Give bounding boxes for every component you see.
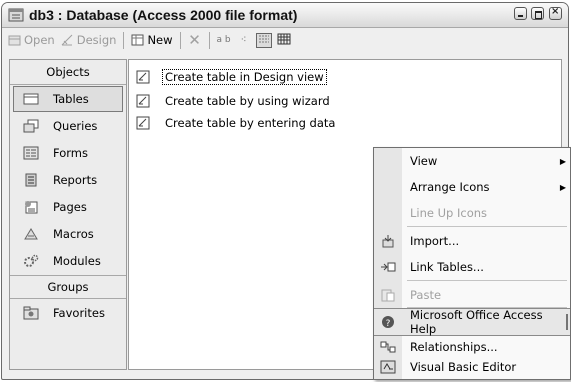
delete-button[interactable]: ✕	[187, 30, 203, 49]
menu-item-paste[interactable]: Paste	[374, 282, 570, 308]
wizard-shortcut-icon	[136, 116, 150, 130]
database-icon	[8, 8, 24, 22]
group-item-favorites[interactable]: Favorites	[13, 300, 123, 326]
restore-button[interactable]	[531, 7, 545, 20]
link-tables-icon	[381, 262, 396, 272]
module-icon	[24, 254, 39, 267]
list-item-wizard[interactable]: Create table by using wizard	[135, 93, 332, 109]
menu-item-visual-basic-editor[interactable]: Visual Basic Editor	[374, 354, 570, 380]
menu-separator	[407, 226, 567, 227]
object-item-reports[interactable]: Reports	[13, 167, 123, 193]
menu-item-view[interactable]: View ▶	[374, 148, 570, 174]
small-icons-button[interactable]: ·∶	[236, 33, 252, 48]
menu-item-label: Link Tables...	[410, 260, 484, 274]
toolbar: Open Design New ✕ a b ·∶	[2, 28, 568, 52]
object-item-modules[interactable]: Modules	[13, 248, 123, 274]
restore-icon	[535, 11, 543, 19]
relationships-icon	[380, 341, 396, 353]
menu-separator	[407, 280, 567, 281]
submenu-arrow-icon: ▶	[559, 156, 566, 166]
table-icon	[23, 93, 39, 105]
new-label: New	[147, 33, 173, 47]
text-cursor-icon	[566, 314, 568, 330]
wizard-shortcut-icon	[136, 70, 150, 84]
design-button[interactable]: Design	[60, 33, 117, 47]
object-item-queries[interactable]: Queries	[13, 113, 123, 139]
object-item-label: Pages	[53, 200, 87, 214]
list-view-icon	[258, 35, 269, 42]
object-item-label: Forms	[53, 146, 88, 160]
small-icons-label: ·∶	[240, 34, 247, 45]
report-icon	[25, 173, 37, 187]
menu-item-label: Relationships...	[410, 340, 498, 354]
visual-basic-editor-icon	[380, 360, 396, 374]
import-icon	[382, 235, 394, 248]
menu-item-label: Arrange Icons	[410, 180, 490, 194]
objects-bar: Objects Tables Queries Forms Reports Pag…	[9, 59, 127, 370]
query-icon	[23, 119, 39, 133]
menu-item-label: View	[410, 154, 438, 168]
menu-item-label: Visual Basic Editor	[410, 360, 517, 374]
menu-item-label: Paste	[410, 288, 442, 302]
favorites-icon	[23, 306, 39, 320]
toolbar-separator	[179, 31, 181, 49]
open-button[interactable]: Open	[7, 33, 55, 47]
submenu-arrow-icon: ▶	[559, 182, 566, 192]
large-icons-label: a b	[216, 34, 231, 45]
objects-header[interactable]: Objects	[10, 60, 126, 85]
menu-item-label: Line Up Icons	[410, 206, 488, 220]
form-icon	[23, 146, 39, 160]
list-item-design-view[interactable]: Create table in Design view	[135, 69, 327, 85]
object-item-label: Reports	[53, 173, 98, 187]
open-icon	[8, 35, 21, 46]
object-item-macros[interactable]: Macros	[13, 221, 123, 247]
macro-icon	[24, 228, 38, 240]
new-table-icon	[131, 34, 144, 46]
list-item-label: Create table by entering data	[165, 116, 336, 130]
menu-item-label: Import...	[410, 234, 460, 248]
groups-header[interactable]: Groups	[10, 275, 126, 299]
close-icon: ×	[551, 6, 560, 17]
design-label: Design	[76, 33, 117, 47]
window-title: db3 : Database (Access 2000 file format)	[29, 7, 298, 23]
object-item-label: Tables	[53, 92, 89, 106]
group-item-label: Favorites	[53, 306, 105, 320]
object-item-label: Modules	[53, 254, 101, 268]
help-icon: ?	[382, 316, 394, 329]
wizard-shortcut-icon	[136, 94, 150, 108]
menu-item-access-help[interactable]: ? Microsoft Office Access Help	[374, 308, 570, 336]
object-item-pages[interactable]: Pages	[13, 194, 123, 220]
title-bar[interactable]: db3 : Database (Access 2000 file format)…	[2, 3, 568, 28]
menu-item-link-tables[interactable]: Link Tables...	[374, 254, 570, 280]
minimize-button[interactable]	[513, 7, 527, 20]
delete-icon: ✕	[188, 30, 201, 49]
svg-text:?: ?	[386, 319, 391, 329]
list-item-entering-data[interactable]: Create table by entering data	[135, 115, 337, 131]
list-view-button[interactable]	[255, 32, 272, 48]
menu-item-label: Microsoft Office Access Help	[410, 308, 543, 336]
paste-icon	[381, 289, 395, 302]
details-view-button[interactable]	[276, 33, 292, 48]
list-item-label: Create table by using wizard	[165, 94, 330, 108]
object-item-label: Queries	[53, 119, 98, 133]
menu-item-arrange-icons[interactable]: Arrange Icons ▶	[374, 174, 570, 200]
context-menu: View ▶ Arrange Icons ▶ Line Up Icons Imp…	[373, 147, 571, 380]
window-controls: ×	[513, 6, 562, 21]
object-item-label: Macros	[53, 227, 94, 241]
toolbar-separator	[208, 31, 210, 49]
page-icon	[25, 201, 38, 214]
new-button[interactable]: New	[130, 33, 173, 47]
open-label: Open	[24, 33, 55, 47]
menu-item-import[interactable]: Import...	[374, 228, 570, 254]
menu-item-line-up-icons[interactable]: Line Up Icons	[374, 200, 570, 226]
large-icons-button[interactable]: a b	[216, 33, 232, 48]
object-item-forms[interactable]: Forms	[13, 140, 123, 166]
object-item-tables[interactable]: Tables	[13, 86, 123, 112]
design-icon	[61, 34, 73, 46]
list-item-label: Create table in Design view	[162, 69, 327, 85]
toolbar-separator	[123, 31, 125, 49]
minimize-icon	[517, 15, 523, 17]
close-button[interactable]: ×	[549, 6, 562, 20]
details-view-icon	[277, 33, 291, 44]
